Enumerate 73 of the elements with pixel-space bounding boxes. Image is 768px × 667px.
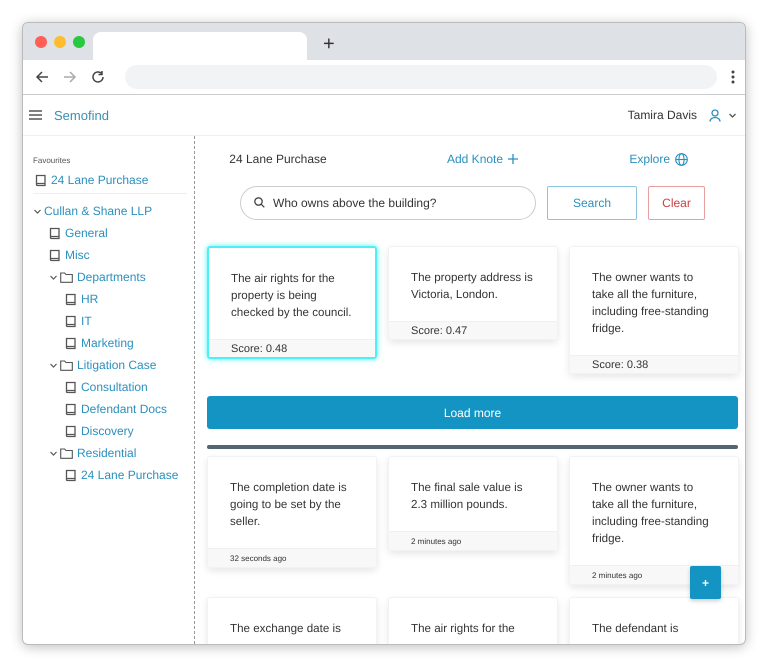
knote-text: The owner wants to take all the furniture, including free-standing fridge. [591, 480, 710, 547]
new-tab-button[interactable]: + [321, 33, 337, 56]
tree-item[interactable]: Litigation Case [60, 354, 156, 376]
knote-card[interactable]: The property address is Victoria, London. Score: 0.47 [388, 246, 558, 340]
tree-item[interactable]: Marketing [65, 332, 134, 354]
score: Score: 0.48 [209, 339, 375, 357]
close-dot[interactable] [35, 36, 47, 48]
maximize-dot[interactable] [73, 36, 85, 48]
knote-card[interactable]: The completion date is going to be set by the seller. 32 seconds ago [207, 456, 377, 568]
book-icon [65, 314, 77, 328]
knote-card[interactable]: The air rights for the property is being checked by the council. Score: 0.48 [207, 246, 377, 359]
knote-text: The air rights for the property is being checked by the council. [230, 271, 353, 321]
book-icon [35, 174, 47, 186]
book-icon [65, 292, 77, 306]
tree-item[interactable]: Departments [60, 266, 146, 288]
timestamp: 2 minutes ago [389, 531, 557, 550]
chevron-icon[interactable] [49, 272, 58, 282]
tree-item[interactable]: Defendant Docs [65, 398, 168, 420]
chevron-icon[interactable] [49, 360, 58, 370]
globe-icon [675, 152, 688, 166]
book-icon [65, 380, 77, 394]
knote-card[interactable]: The owner wants to take all the furniture, including free-standing fridge. Score: 0.38 [569, 246, 739, 374]
brand-name[interactable]: Semofind [54, 108, 109, 122]
add-button[interactable]: + [690, 566, 721, 599]
tree-item[interactable]: 24 Lane Purchase [65, 464, 178, 486]
tree-item[interactable]: Misc [49, 244, 90, 266]
more-icon[interactable] [731, 70, 735, 84]
tree-item[interactable]: Residential [60, 442, 136, 464]
search-field[interactable]: Who owns above the building? [240, 186, 536, 220]
explore-link[interactable]: Explore [629, 152, 688, 166]
favourite-item[interactable]: 24 Lane Purchase [33, 173, 187, 194]
knote-text: The owner wants to take all the furniture, including free-standing fridge. [591, 270, 710, 337]
tree-item[interactable]: Consultation [65, 376, 148, 398]
folder-icon [60, 360, 73, 370]
chevron-icon[interactable] [49, 448, 58, 458]
search-button[interactable]: Search [547, 186, 637, 220]
book-icon [49, 248, 61, 262]
knote-card[interactable]: The air rights for the [388, 597, 558, 644]
chevron-icon[interactable] [728, 110, 737, 120]
score: Score: 0.47 [389, 321, 557, 339]
tree-item[interactable]: Discovery [65, 420, 134, 442]
menu-icon[interactable] [29, 110, 42, 120]
chevron-icon[interactable] [33, 206, 42, 216]
plus-icon [508, 154, 518, 164]
book-icon [65, 402, 77, 416]
knote-card[interactable]: The exchange date is [207, 597, 377, 644]
knote-text: The completion date is going to be set by the seller. [229, 480, 348, 530]
reload-icon[interactable] [91, 70, 105, 84]
knote-card[interactable]: The final sale value is 2.3 million pounds. 2 minutes ago [388, 456, 558, 551]
knote-card[interactable]: The defendant is [569, 597, 739, 644]
book-icon [65, 336, 77, 350]
book-icon [49, 226, 61, 240]
notebook-title: 24 Lane Purchase [228, 152, 328, 166]
folder-icon [60, 448, 73, 458]
folder-icon [60, 272, 73, 282]
section-label: Favourites [33, 156, 72, 165]
knote-text: The property address is Victoria, London. [410, 270, 534, 303]
timestamp: 32 seconds ago [208, 548, 376, 567]
tree-item[interactable]: Cullan & Shane LLP [44, 200, 152, 222]
tree-item[interactable]: IT [65, 310, 92, 332]
book-icon [65, 468, 77, 482]
tree-item[interactable]: General [49, 222, 108, 244]
load-more-button[interactable]: Load more [207, 396, 738, 429]
score: Score: 0.38 [570, 355, 738, 373]
knote-text: The final sale value is 2.3 million pounds. [410, 480, 524, 513]
user-icon[interactable] [709, 108, 721, 122]
clear-button[interactable]: Clear [648, 186, 705, 220]
back-icon[interactable] [35, 70, 49, 84]
add-knote-link[interactable]: Add Knote [447, 152, 518, 166]
book-icon [65, 424, 77, 438]
tree-item[interactable]: HR [65, 288, 98, 310]
minimize-dot[interactable] [54, 36, 66, 48]
user-name: Tamira Davis [628, 108, 697, 122]
